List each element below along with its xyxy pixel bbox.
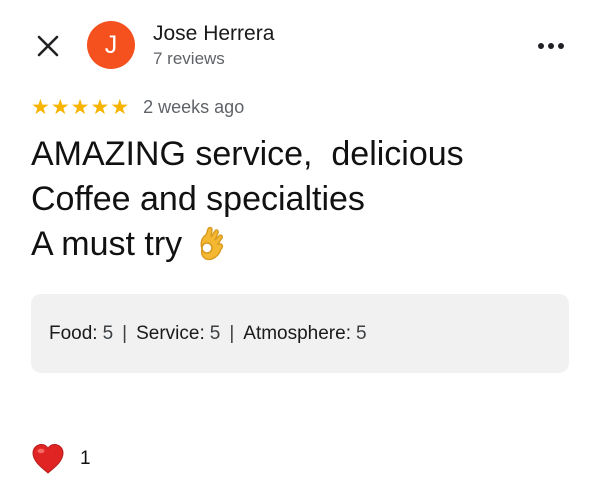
star-rating: ★ ★ ★ ★ ★ [31, 94, 129, 120]
star-icon: ★ [70, 95, 90, 119]
star-icon: ★ [31, 95, 50, 119]
review-date: 2 weeks ago [143, 96, 245, 117]
like-button[interactable] [30, 441, 66, 477]
atmosphere-label: Atmosphere: [243, 322, 351, 344]
star-icon: ★ [110, 95, 130, 119]
separator: | [229, 322, 235, 344]
star-icon: ★ [50, 95, 70, 119]
review-text-segment: A must try [31, 225, 183, 263]
service-value: 5 [209, 322, 221, 344]
heart-icon [32, 443, 64, 474]
review-text-line: Coffee and specialties [31, 180, 365, 218]
review-text-line: AMAZING service, delicious [31, 135, 464, 173]
more-options-button[interactable] [534, 32, 568, 60]
rating-row: ★ ★ ★ ★ ★ 2 weeks ago [31, 94, 244, 120]
close-icon [37, 35, 59, 57]
ok-hand-icon [194, 225, 228, 275]
reviewer-name[interactable]: Jose Herrera [153, 22, 274, 46]
reactions-row: 1 [30, 441, 91, 477]
food-label: Food: [49, 322, 98, 344]
separator: | [122, 322, 128, 344]
avatar-initial: J [104, 30, 118, 59]
review-header: J Jose Herrera 7 reviews [0, 0, 600, 90]
review-text: AMAZING service, delicious Coffee and sp… [31, 132, 576, 275]
close-button[interactable] [30, 28, 66, 64]
attribute-ratings: Food: 5 | Service: 5 | Atmosphere: 5 [31, 294, 569, 373]
atmosphere-value: 5 [356, 322, 367, 344]
food-value: 5 [102, 322, 114, 344]
like-count: 1 [80, 448, 91, 469]
star-icon: ★ [90, 95, 110, 119]
more-horizontal-icon [538, 43, 564, 49]
review-text-line: A must try [31, 222, 576, 275]
avatar[interactable]: J [87, 21, 135, 69]
service-label: Service: [136, 322, 205, 344]
reviewer-review-count: 7 reviews [153, 49, 225, 68]
